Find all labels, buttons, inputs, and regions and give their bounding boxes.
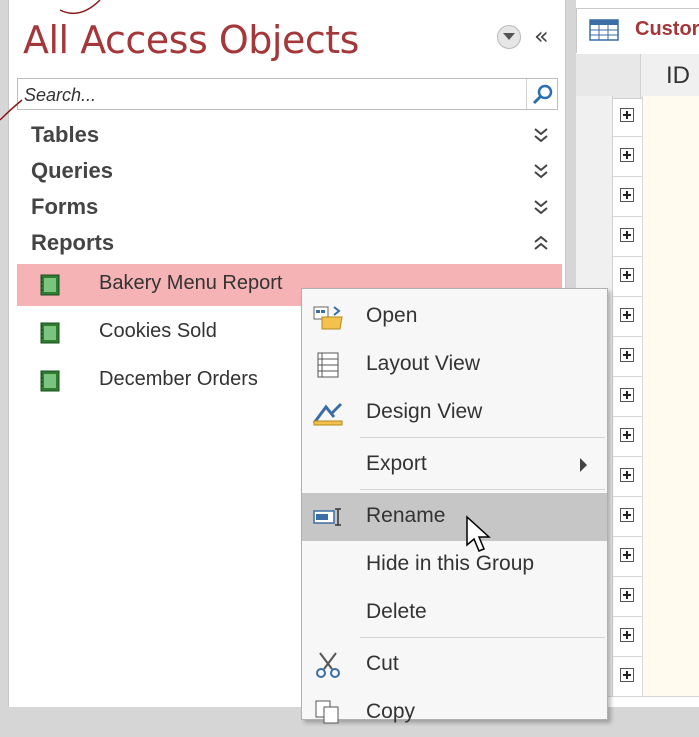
id-cell[interactable] bbox=[642, 376, 699, 416]
menu-item-label: Rename bbox=[366, 504, 446, 527]
tab-customers[interactable]: Custor bbox=[576, 8, 699, 53]
menu-item-label: Design View bbox=[366, 400, 483, 423]
group-label: Reports bbox=[31, 230, 115, 255]
nav-menu-dropdown-icon[interactable] bbox=[497, 25, 521, 49]
menu-item-hide-in-group[interactable]: Hide in this Group bbox=[302, 541, 607, 589]
id-cell[interactable] bbox=[642, 336, 699, 376]
report-label: December Orders bbox=[99, 368, 258, 390]
menu-item-label: Open bbox=[366, 304, 418, 327]
expand-plus-icon[interactable] bbox=[620, 388, 634, 402]
chevron-down-icon[interactable] bbox=[533, 162, 549, 180]
expand-plus-icon[interactable] bbox=[620, 268, 634, 282]
expand-plus-icon[interactable] bbox=[620, 508, 634, 522]
group-queries[interactable]: Queries bbox=[31, 156, 551, 190]
column-header-id[interactable]: ID bbox=[666, 62, 690, 90]
expand-plus-icon[interactable] bbox=[620, 428, 634, 442]
menu-item-label: Layout View bbox=[366, 352, 481, 375]
scissors-icon bbox=[316, 652, 340, 678]
group-label: Queries bbox=[31, 158, 113, 183]
menu-item-label: Hide in this Group bbox=[366, 552, 535, 575]
menu-item-delete[interactable]: Delete bbox=[302, 589, 607, 637]
search-icon[interactable] bbox=[526, 79, 557, 109]
collapse-pane-icon[interactable]: « bbox=[534, 22, 549, 50]
report-icon bbox=[40, 274, 60, 296]
row-selector[interactable] bbox=[576, 176, 613, 216]
menu-item-design-view[interactable]: Design View bbox=[302, 389, 607, 437]
report-label: Cookies Sold bbox=[99, 320, 217, 342]
menu-item-label: Export bbox=[366, 452, 427, 475]
decorative-red-line bbox=[0, 0, 101, 121]
id-cell[interactable] bbox=[642, 416, 699, 456]
id-cell[interactable] bbox=[642, 536, 699, 576]
chevron-down-icon[interactable] bbox=[533, 126, 549, 144]
row-selector[interactable] bbox=[576, 216, 613, 256]
select-all-corner[interactable] bbox=[576, 54, 641, 98]
expand-plus-icon[interactable] bbox=[620, 468, 634, 482]
expand-plus-icon[interactable] bbox=[620, 108, 634, 122]
id-cell[interactable] bbox=[642, 656, 699, 696]
report-label: Bakery Menu Report bbox=[99, 272, 283, 294]
expand-plus-icon[interactable] bbox=[620, 668, 634, 682]
table-row[interactable] bbox=[576, 216, 699, 257]
id-cell[interactable] bbox=[642, 456, 699, 496]
menu-separator bbox=[360, 637, 605, 638]
expand-plus-icon[interactable] bbox=[620, 348, 634, 362]
rename-icon bbox=[313, 508, 341, 526]
expand-plus-icon[interactable] bbox=[620, 148, 634, 162]
report-icon bbox=[40, 322, 60, 344]
expand-plus-icon[interactable] bbox=[620, 628, 634, 642]
menu-item-label: Delete bbox=[366, 600, 427, 623]
id-cell[interactable] bbox=[642, 616, 699, 656]
expand-plus-icon[interactable] bbox=[620, 548, 634, 562]
table-row[interactable] bbox=[576, 96, 699, 137]
expand-plus-icon[interactable] bbox=[620, 228, 634, 242]
group-label: Forms bbox=[31, 194, 99, 219]
menu-item-export[interactable]: Export bbox=[302, 441, 607, 489]
column-header-row: ID bbox=[576, 54, 699, 99]
id-cell[interactable] bbox=[642, 176, 699, 216]
chevron-up-icon[interactable] bbox=[533, 234, 549, 252]
design-view-icon bbox=[312, 403, 343, 426]
menu-item-rename[interactable]: Rename bbox=[302, 493, 607, 541]
open-icon bbox=[313, 306, 343, 330]
id-cell[interactable] bbox=[642, 96, 699, 136]
tab-label: Custor bbox=[635, 18, 699, 40]
expand-plus-icon[interactable] bbox=[620, 188, 634, 202]
report-icon bbox=[40, 370, 60, 392]
menu-item-cut[interactable]: Cut bbox=[302, 641, 607, 689]
submenu-arrow-icon bbox=[580, 458, 587, 472]
menu-item-open[interactable]: Open bbox=[302, 293, 607, 341]
table-row[interactable] bbox=[576, 176, 699, 217]
row-selector[interactable] bbox=[576, 96, 613, 136]
layout-view-icon bbox=[317, 352, 339, 378]
group-forms[interactable]: Forms bbox=[31, 192, 551, 226]
menu-separator bbox=[360, 437, 605, 438]
id-cell[interactable] bbox=[642, 216, 699, 256]
menu-item-label: Cut bbox=[366, 652, 399, 675]
menu-item-copy[interactable]: Copy bbox=[302, 689, 607, 737]
menu-item-label: Copy bbox=[366, 700, 416, 723]
mouse-cursor-icon bbox=[466, 515, 491, 552]
table-row[interactable] bbox=[576, 136, 699, 177]
menu-item-layout-view[interactable]: Layout View bbox=[302, 341, 607, 389]
copy-icon bbox=[315, 700, 339, 724]
id-cell[interactable] bbox=[642, 136, 699, 176]
id-cell[interactable] bbox=[642, 256, 699, 296]
id-cell[interactable] bbox=[642, 496, 699, 536]
row-selector[interactable] bbox=[576, 136, 613, 176]
chevron-down-icon[interactable] bbox=[533, 198, 549, 216]
expand-plus-icon[interactable] bbox=[620, 588, 634, 602]
group-reports[interactable]: Reports bbox=[31, 228, 551, 262]
expand-plus-icon[interactable] bbox=[620, 308, 634, 322]
context-menu: Open Layout View Design View Export Rena… bbox=[301, 288, 608, 724]
menu-separator bbox=[360, 489, 605, 490]
id-cell[interactable] bbox=[642, 296, 699, 336]
id-cell[interactable] bbox=[642, 576, 699, 616]
table-icon bbox=[589, 19, 619, 41]
